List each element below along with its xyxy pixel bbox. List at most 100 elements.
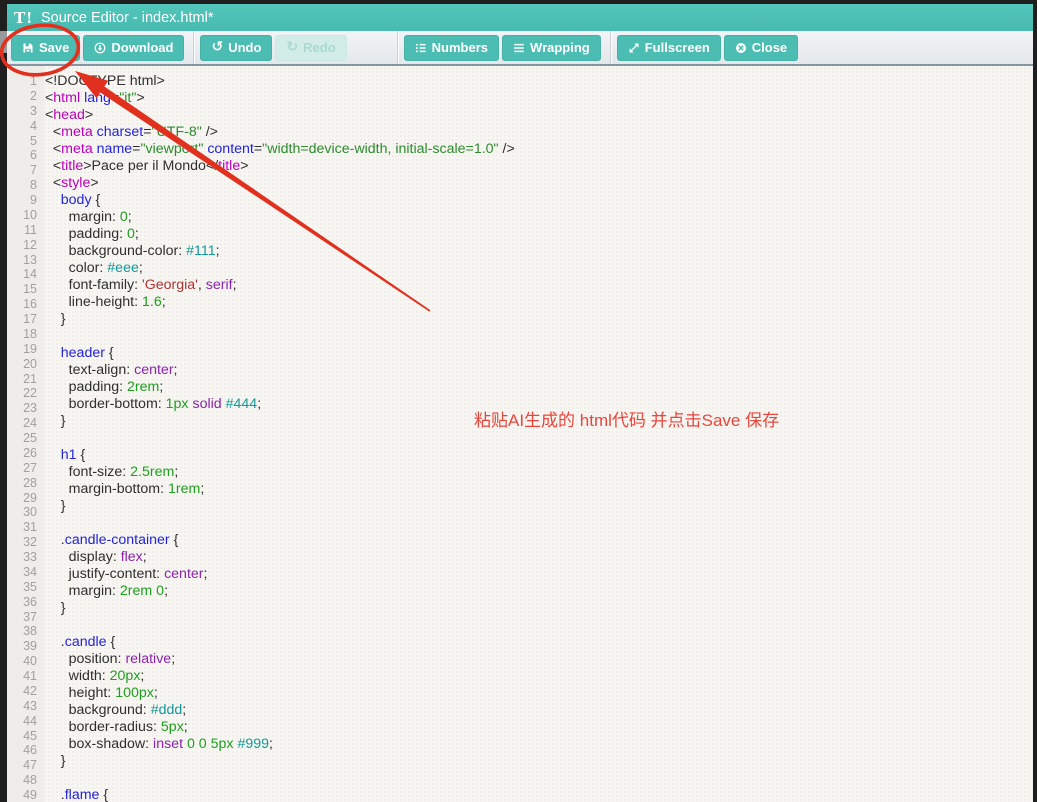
- line-number: 23: [7, 401, 37, 416]
- code-line: }: [45, 498, 1033, 515]
- code-line: }: [45, 600, 1033, 617]
- line-number: 8: [7, 178, 37, 193]
- line-number: 36: [7, 595, 37, 610]
- line-number: 14: [7, 267, 37, 282]
- code-line: [45, 617, 1033, 634]
- toolbar-separator: [193, 31, 194, 64]
- code-line: <title>Pace per il Mondo</title>: [45, 158, 1033, 175]
- code-line: justify-content: center;: [45, 566, 1033, 583]
- code-line: height: 100px;: [45, 685, 1033, 702]
- code-line: text-align: center;: [45, 362, 1033, 379]
- line-number: 11: [7, 223, 37, 238]
- code-line: }: [45, 311, 1033, 328]
- toolbar: Save Download ↺Undo ↻ Redo Numbers Wrapping Ful…: [7, 31, 1033, 66]
- redo-button[interactable]: ↻ Redo: [275, 35, 346, 61]
- line-number: 1: [7, 74, 37, 89]
- code-line: body {: [45, 192, 1033, 209]
- button-label: Wrapping: [530, 40, 590, 55]
- line-number: 2: [7, 89, 37, 104]
- code-line: .candle {: [45, 634, 1033, 651]
- window-title: Source Editor - index.html*: [41, 10, 213, 26]
- line-number: 35: [7, 580, 37, 595]
- code-line: line-height: 1.6;: [45, 294, 1033, 311]
- close-button[interactable]: Close: [724, 35, 798, 61]
- numbers-button[interactable]: Numbers: [404, 35, 499, 61]
- save-button[interactable]: Save: [11, 35, 80, 61]
- line-number: 9: [7, 193, 37, 208]
- line-number: 12: [7, 238, 37, 253]
- line-number: 47: [7, 758, 37, 773]
- button-label: Undo: [228, 40, 261, 55]
- line-number: 17: [7, 312, 37, 327]
- button-label: Redo: [303, 40, 336, 55]
- toolbar-separator: [397, 31, 398, 64]
- button-label: Fullscreen: [645, 40, 710, 55]
- redo-icon: ↻: [286, 42, 298, 54]
- code-line: [45, 430, 1033, 447]
- line-number: 30: [7, 505, 37, 520]
- line-number: 40: [7, 654, 37, 669]
- line-number: 4: [7, 119, 37, 134]
- toolbar-separator: [610, 31, 611, 64]
- line-number: 18: [7, 327, 37, 342]
- code-line: .candle-container {: [45, 532, 1033, 549]
- line-number: 46: [7, 743, 37, 758]
- close-circle-icon: [735, 42, 747, 54]
- source-editor-window: T! Source Editor - index.html* Save Downl…: [7, 4, 1033, 802]
- code-line: box-shadow: inset 0 0 5px #999;: [45, 736, 1033, 753]
- code-line: background-color: #111;: [45, 243, 1033, 260]
- code-line: display: flex;: [45, 549, 1033, 566]
- wrapping-button[interactable]: Wrapping: [502, 35, 601, 61]
- line-number: 5: [7, 134, 37, 149]
- code-line: position: relative;: [45, 651, 1033, 668]
- code-line: <!DOCTYPE html>: [45, 73, 1033, 90]
- window-edge-shadow: [0, 31, 7, 53]
- button-label: Download: [111, 40, 173, 55]
- floppy-save-icon: [22, 42, 34, 54]
- line-number: 19: [7, 342, 37, 357]
- line-number: 43: [7, 699, 37, 714]
- titlebar: T! Source Editor - index.html*: [7, 4, 1033, 31]
- fullscreen-button[interactable]: Fullscreen: [617, 35, 721, 61]
- wrap-lines-icon: [513, 42, 525, 54]
- code-line: margin: 0;: [45, 209, 1033, 226]
- code-line: .flame {: [45, 787, 1033, 802]
- code-line: }: [45, 413, 1033, 430]
- line-number: 49: [7, 788, 37, 802]
- button-label: Close: [752, 40, 787, 55]
- line-number: 21: [7, 372, 37, 387]
- code-line: <html lang="it">: [45, 90, 1033, 107]
- line-number: 26: [7, 446, 37, 461]
- code-editor[interactable]: <!DOCTYPE html><html lang="it"><head> <m…: [44, 66, 1033, 802]
- line-number: 45: [7, 729, 37, 744]
- line-number: 34: [7, 565, 37, 580]
- line-number: 16: [7, 297, 37, 312]
- line-number: 27: [7, 461, 37, 476]
- code-line: }: [45, 753, 1033, 770]
- button-label: Save: [39, 40, 69, 55]
- undo-button[interactable]: ↺Undo: [200, 35, 272, 61]
- code-line: <meta charset="UTF-8" />: [45, 124, 1033, 141]
- line-number: 25: [7, 431, 37, 446]
- line-number: 13: [7, 253, 37, 268]
- code-line: margin-bottom: 1rem;: [45, 481, 1033, 498]
- line-number: 33: [7, 550, 37, 565]
- code-line: background: #ddd;: [45, 702, 1033, 719]
- download-icon: [94, 42, 106, 54]
- code-line: padding: 0;: [45, 226, 1033, 243]
- line-number: 41: [7, 669, 37, 684]
- app-logo: T!: [14, 8, 33, 28]
- line-number: 7: [7, 163, 37, 178]
- code-line: [45, 770, 1033, 787]
- code-line: <head>: [45, 107, 1033, 124]
- download-button[interactable]: Download: [83, 35, 184, 61]
- code-line: <style>: [45, 175, 1033, 192]
- line-number-gutter: 1234567891011121314151617181920212223242…: [7, 66, 44, 802]
- code-line: margin: 2rem 0;: [45, 583, 1033, 600]
- line-number: 44: [7, 714, 37, 729]
- code-line: color: #eee;: [45, 260, 1033, 277]
- code-line: <meta name="viewport" content="width=dev…: [45, 141, 1033, 158]
- code-line: h1 {: [45, 447, 1033, 464]
- code-line: border-radius: 5px;: [45, 719, 1033, 736]
- code-line: font-family: 'Georgia', serif;: [45, 277, 1033, 294]
